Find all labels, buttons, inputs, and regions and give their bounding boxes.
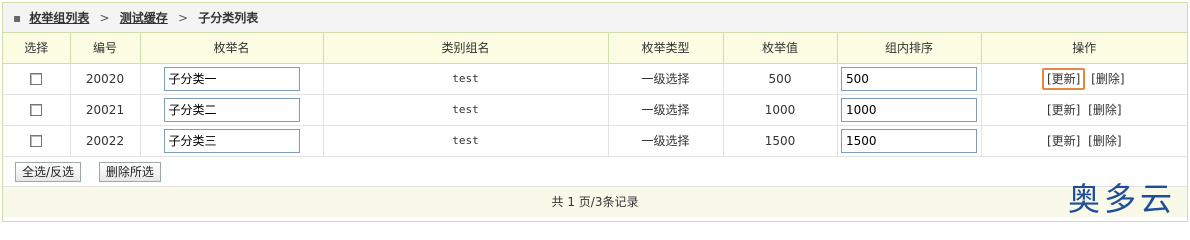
group-cell: test: [323, 125, 609, 157]
col-header-ops: 操作: [981, 33, 1187, 64]
name-cell: [140, 94, 324, 126]
update-link[interactable]: [更新]: [1041, 68, 1086, 90]
ops-cell: [更新] [删除]: [981, 63, 1187, 95]
value-cell: 500: [723, 63, 838, 95]
breadcrumb-separator: >: [99, 11, 110, 25]
col-header-select: 选择: [3, 33, 71, 64]
watermark-logo: 奥多云: [1067, 180, 1176, 218]
id-cell: 20022: [70, 125, 141, 157]
row-checkbox[interactable]: [30, 135, 43, 147]
sort-cell: [837, 63, 982, 95]
name-cell: [140, 125, 324, 157]
delete-link[interactable]: [删除]: [1086, 132, 1123, 150]
ops-cell: [更新] [删除]: [981, 125, 1187, 157]
col-header-value: 枚举值: [723, 33, 838, 64]
col-header-sort: 组内排序: [837, 33, 982, 64]
table-row: 20022 test 一级选择 1500 [更新] [删除]: [3, 125, 1187, 157]
enum-table: 选择 编号 枚举名 类别组名 枚举类型 枚举值 组内排序 操作 20020 te…: [3, 33, 1187, 157]
col-header-id: 编号: [70, 33, 141, 64]
delete-selected-button[interactable]: 删除所选: [98, 161, 161, 182]
col-header-group: 类别组名: [323, 33, 609, 64]
value-cell: 1500: [723, 125, 838, 157]
id-cell: 20020: [70, 63, 141, 95]
breadcrumb: ▪ 枚举组列表 > 测试缓存 > 子分类列表: [3, 3, 1187, 33]
row-checkbox[interactable]: [30, 73, 43, 85]
main-panel: ▪ 枚举组列表 > 测试缓存 > 子分类列表 选择 编号 枚举名 类别组名 枚举…: [2, 2, 1188, 222]
sort-cell: [837, 94, 982, 126]
col-header-name: 枚举名: [140, 33, 324, 64]
breadcrumb-link-enum-groups[interactable]: 枚举组列表: [29, 11, 89, 25]
breadcrumb-separator: >: [177, 11, 189, 25]
table-row: 20020 test 一级选择 500 [更新] [删除]: [3, 63, 1187, 95]
col-header-type: 枚举类型: [608, 33, 724, 64]
name-cell: [140, 63, 324, 95]
pagination-info: 共 1 页/3条记录: [3, 186, 1187, 217]
group-cell: test: [323, 63, 609, 95]
enum-name-input[interactable]: [163, 66, 300, 91]
id-cell: 20021: [70, 94, 141, 126]
select-cell: [3, 94, 71, 126]
table-row: 20021 test 一级选择 1000 [更新] [删除]: [3, 94, 1187, 126]
breadcrumb-link-test-cache[interactable]: 测试缓存: [120, 11, 168, 25]
select-cell: [3, 63, 71, 95]
ops-cell: [更新] [删除]: [981, 94, 1187, 126]
value-cell: 1000: [723, 94, 838, 126]
update-link[interactable]: [更新]: [1045, 132, 1082, 150]
sort-order-input[interactable]: [841, 128, 977, 153]
update-link[interactable]: [更新]: [1045, 101, 1082, 119]
table-header-row: 选择 编号 枚举名 类别组名 枚举类型 枚举值 组内排序 操作: [3, 33, 1187, 64]
group-cell: test: [323, 94, 609, 126]
select-cell: [3, 125, 71, 157]
delete-link[interactable]: [删除]: [1089, 70, 1126, 88]
delete-link[interactable]: [删除]: [1086, 101, 1123, 119]
type-cell: 一级选择: [608, 63, 724, 95]
type-cell: 一级选择: [608, 94, 724, 126]
enum-name-input[interactable]: [163, 128, 300, 153]
action-button-row: 全选/反选 删除所选: [3, 157, 1187, 187]
row-checkbox[interactable]: [30, 104, 43, 116]
enum-name-input[interactable]: [163, 97, 300, 122]
sort-cell: [837, 125, 982, 157]
bullet-icon: ▪: [13, 11, 22, 25]
sort-order-input[interactable]: [841, 97, 977, 122]
breadcrumb-current: 子分类列表: [198, 11, 259, 25]
type-cell: 一级选择: [608, 125, 724, 157]
sort-order-input[interactable]: [841, 66, 977, 91]
select-all-button[interactable]: 全选/反选: [15, 161, 82, 182]
